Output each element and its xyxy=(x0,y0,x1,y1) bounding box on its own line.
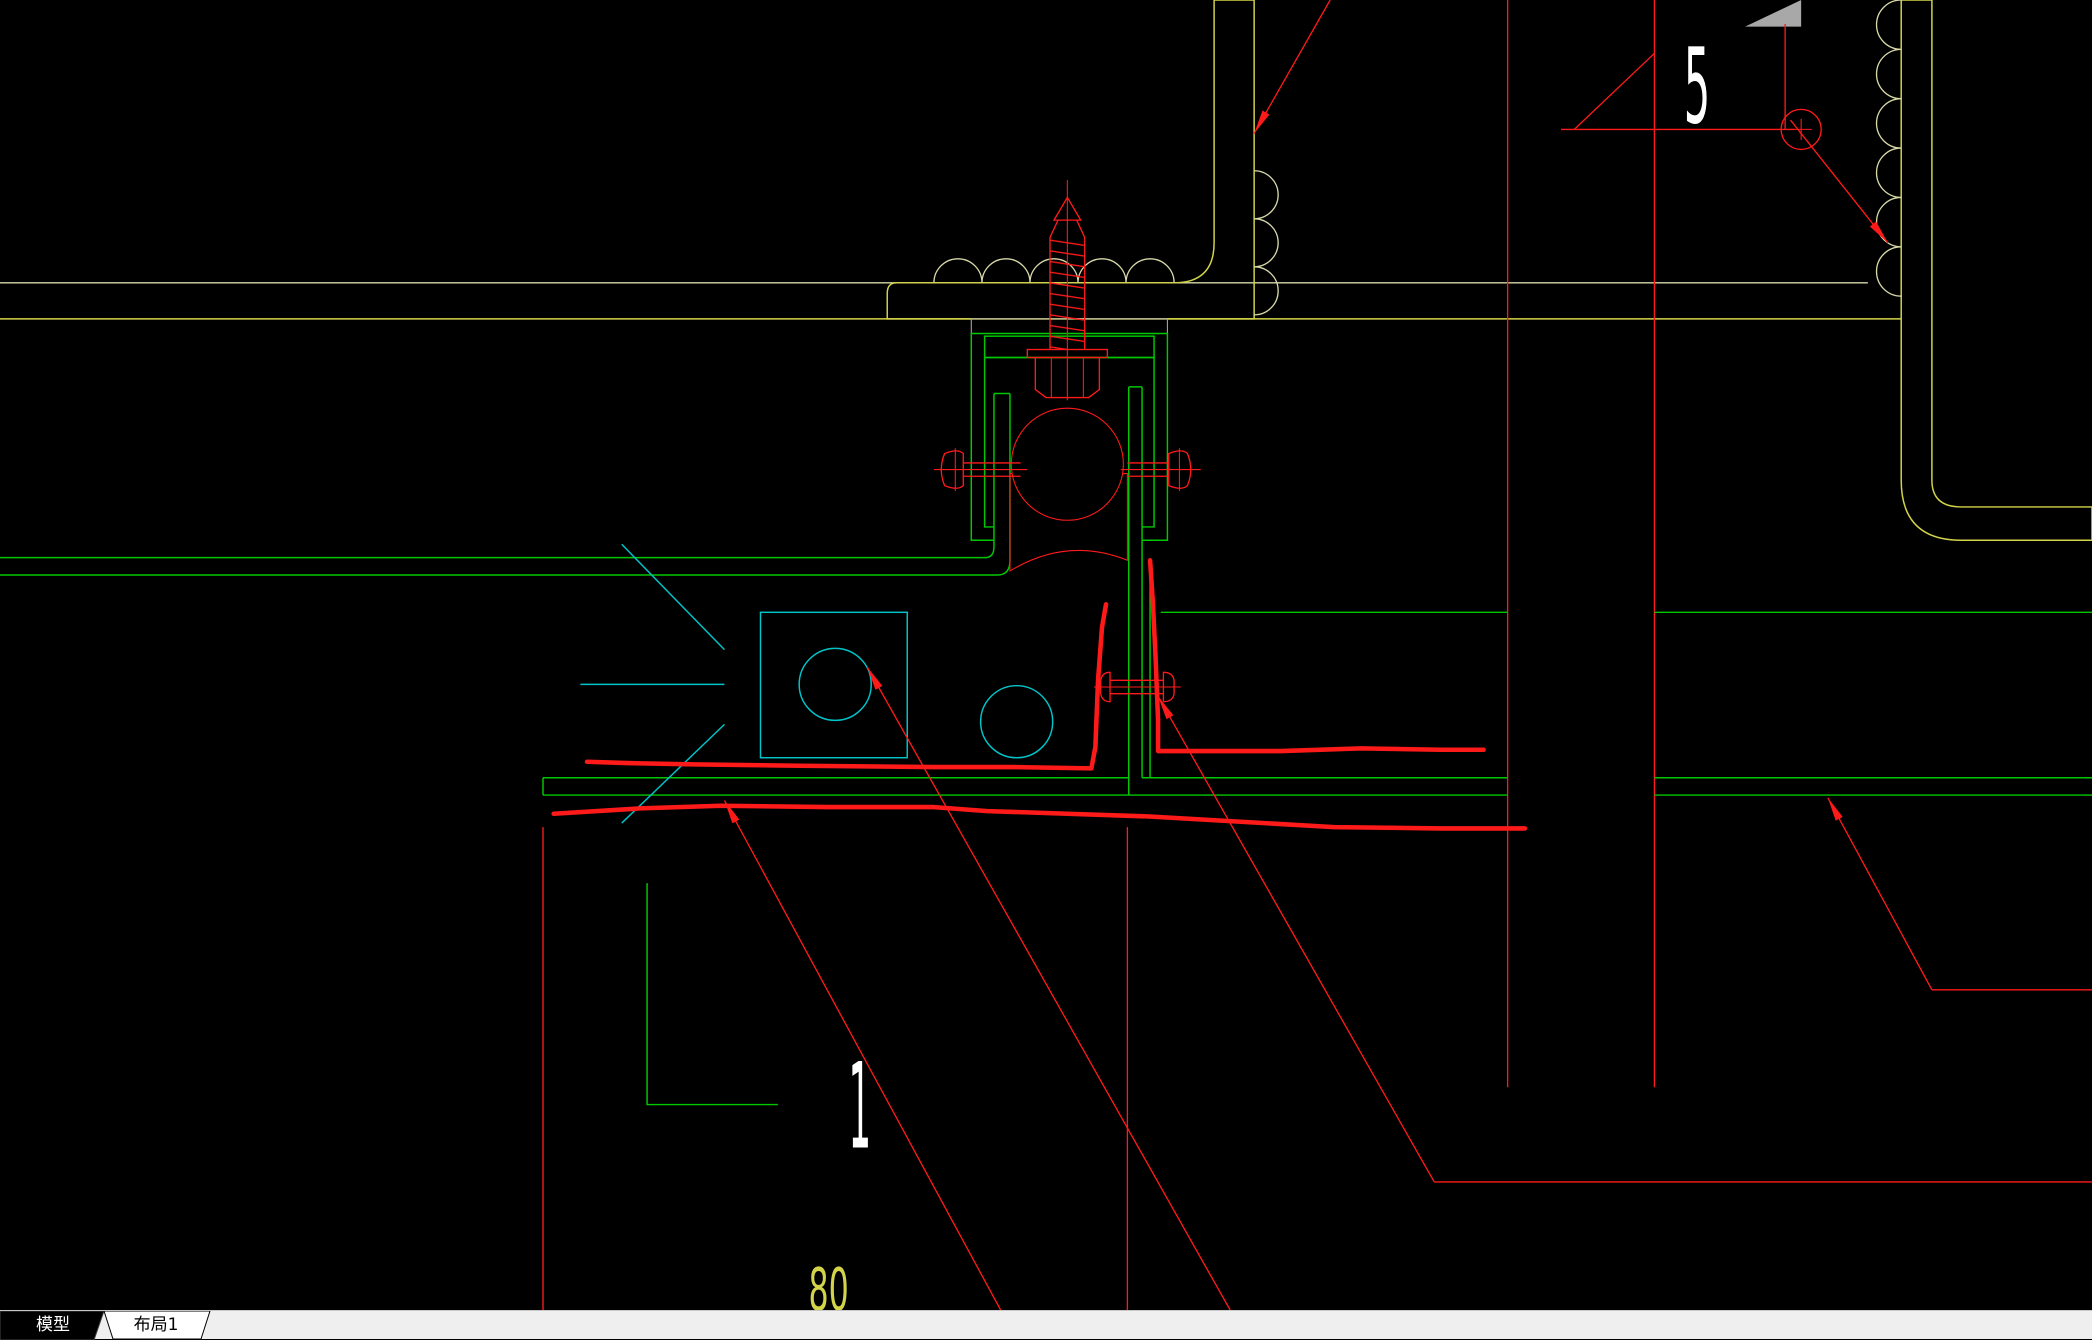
lower-bolt xyxy=(1094,671,1181,703)
self-drilling-screw xyxy=(1026,180,1109,401)
dimension-text: 80 xyxy=(809,1256,849,1310)
yellow-reference-lines xyxy=(0,282,1902,320)
drawing-canvas[interactable]: 5 1 80 xyxy=(0,0,2092,1310)
bent-plate-right xyxy=(1875,0,2092,542)
tab-layout1[interactable]: 布局1 xyxy=(100,1311,212,1340)
detail-mark-text: 1 xyxy=(849,1038,872,1176)
level-flag xyxy=(1745,0,1802,27)
tab-layout1-label: 布局1 xyxy=(133,1315,179,1335)
leader-top xyxy=(1253,0,1331,134)
level-marker: 5 xyxy=(1560,0,1889,244)
layout-tab-bar: 模型 布局1 xyxy=(0,1310,2092,1340)
leader-lines xyxy=(723,666,2092,1310)
tab-model[interactable]: 模型 xyxy=(0,1311,106,1340)
round-tube-inner xyxy=(798,647,872,722)
right-bolt xyxy=(1120,448,1201,491)
weld-beads-right xyxy=(1875,0,1902,297)
round-tube-outer xyxy=(979,684,1054,759)
tab-model-label: 模型 xyxy=(36,1315,70,1335)
cyan-components xyxy=(580,543,1054,824)
square-tube xyxy=(759,611,908,759)
detail-l-symbol xyxy=(646,883,778,1106)
sealant-and-foam-rod xyxy=(1009,407,1128,572)
weld-beads-side xyxy=(1254,170,1279,316)
level-mark-text: 5 xyxy=(1684,26,1710,148)
